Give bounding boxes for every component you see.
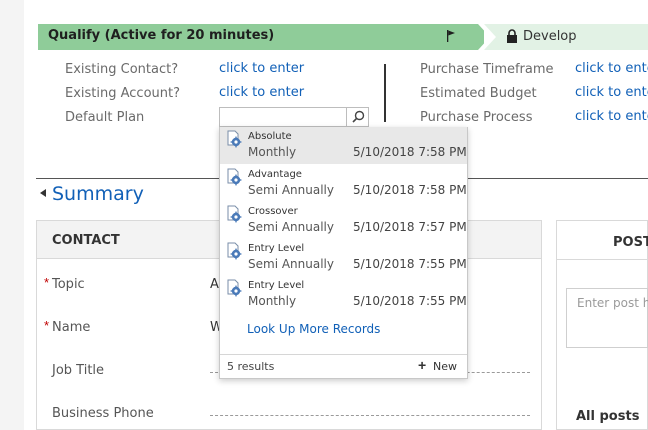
plus-icon[interactable]: + [418, 357, 426, 373]
lookup-item-name: Absolute [248, 131, 292, 142]
business-phone-label: Business Phone [52, 406, 154, 421]
summary-section-title[interactable]: Summary [52, 183, 144, 205]
existing-account-value[interactable]: click to enter [219, 85, 304, 100]
product-gear-icon [226, 205, 242, 223]
product-gear-icon [226, 130, 242, 148]
existing-contact-value[interactable]: click to enter [219, 61, 304, 76]
job-title-label: Job Title [52, 363, 105, 378]
product-gear-icon [226, 279, 242, 297]
lookup-item-date: 5/10/2018 7:57 PM [353, 220, 467, 234]
lookup-item-date: 5/10/2018 7:55 PM [353, 294, 467, 308]
lookup-item-date: 5/10/2018 7:58 PM [353, 183, 467, 197]
product-gear-icon [226, 242, 242, 260]
existing-contact-label: Existing Contact? [65, 62, 179, 77]
topic-value[interactable]: A [210, 277, 219, 292]
caret-icon[interactable] [40, 189, 46, 197]
name-label: Name [52, 320, 91, 335]
lookup-item-plan: Semi Annually [248, 183, 334, 197]
lookup-item-plan: Monthly [248, 294, 297, 308]
column-divider [384, 64, 386, 122]
required-marker: * [44, 275, 50, 290]
existing-account-label: Existing Account? [65, 86, 181, 101]
result-count: 5 results [227, 360, 275, 373]
lock-icon [507, 29, 517, 43]
all-posts-label[interactable]: All posts [576, 409, 639, 424]
business-phone-field[interactable] [210, 415, 530, 416]
purchase-timeframe-value[interactable]: click to ente [575, 61, 648, 76]
post-input-placeholder: Enter post h [577, 296, 648, 310]
purchase-process-label: Purchase Process [420, 110, 533, 125]
product-gear-icon [226, 168, 242, 186]
lookup-item-name: Entry Level [248, 243, 305, 254]
required-marker: * [44, 318, 50, 333]
lookup-item-name: Advantage [248, 169, 302, 180]
topic-label: Topic [52, 277, 85, 292]
stage-develop-label: Develop [523, 29, 577, 44]
new-record-button[interactable]: New [433, 360, 457, 373]
estimated-budget-value[interactable]: click to ente [575, 85, 648, 100]
contact-card-title: CONTACT [52, 233, 120, 248]
lookup-item-plan: Semi Annually [248, 257, 334, 271]
lookup-search-button[interactable] [346, 107, 369, 127]
search-icon [352, 110, 365, 123]
lookup-item-plan: Semi Annually [248, 220, 334, 234]
posts-tab-divider [557, 259, 648, 260]
tab-posts[interactable]: POST [613, 235, 648, 250]
lookup-item-date: 5/10/2018 7:58 PM [353, 145, 467, 159]
lookup-item-date: 5/10/2018 7:55 PM [353, 257, 467, 271]
lookup-item-name: Crossover [248, 206, 298, 217]
stage-develop-notch [484, 24, 496, 50]
default-plan-label: Default Plan [65, 110, 145, 125]
purchase-process-value[interactable]: click to ente [575, 109, 648, 124]
flag-icon [447, 30, 455, 42]
look-up-more-records-link[interactable]: Look Up More Records [247, 322, 380, 336]
stage-qualify-label: Qualify (Active for 20 minutes) [48, 28, 275, 43]
estimated-budget-label: Estimated Budget [420, 86, 537, 101]
lookup-item-name: Entry Level [248, 280, 305, 291]
lookup-item-plan: Monthly [248, 145, 297, 159]
purchase-timeframe-label: Purchase Timeframe [420, 62, 554, 77]
